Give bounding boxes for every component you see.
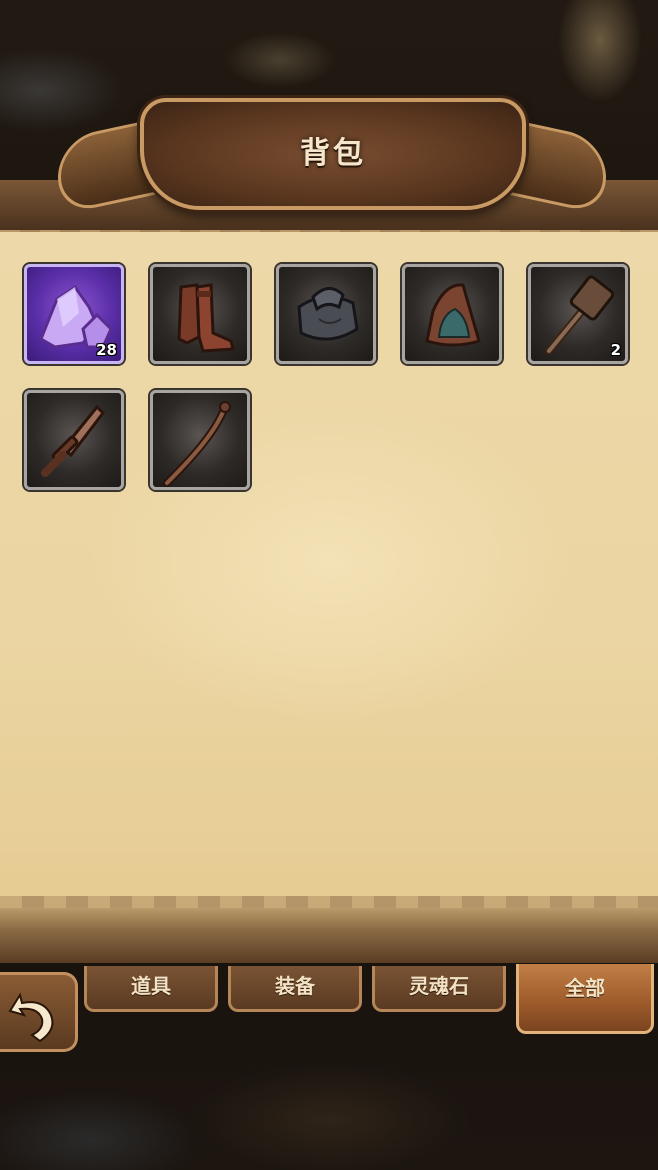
- panel-title: 背包: [300, 136, 366, 171]
- dagger-icon: [41, 404, 105, 477]
- tab-soulstone[interactable]: 灵魂石: [372, 966, 506, 1012]
- inventory-slot-staff[interactable]: [150, 390, 250, 490]
- tab-equipment[interactable]: 装备: [228, 966, 362, 1012]
- panel-frame-bottom: [0, 896, 658, 963]
- tab-all[interactable]: 全部: [516, 964, 654, 1034]
- inventory-slot-hood[interactable]: [402, 264, 502, 364]
- item-count: 28: [96, 341, 117, 359]
- inventory-slot-boots[interactable]: [150, 264, 250, 364]
- item-count: 2: [610, 341, 621, 359]
- inventory-slot-dagger[interactable]: [24, 390, 124, 490]
- inventory-slot-scarf[interactable]: [276, 264, 376, 364]
- inventory-slot-hammer[interactable]: 2: [528, 264, 628, 364]
- staff-icon: [163, 401, 231, 487]
- tab-items[interactable]: 道具: [84, 966, 218, 1012]
- inventory-slot-crystal[interactable]: 28: [24, 264, 124, 364]
- return-arrow-icon: [8, 992, 54, 1043]
- back-button[interactable]: [0, 972, 78, 1052]
- boots-icon: [177, 283, 235, 353]
- scarf-icon: [297, 287, 359, 341]
- hood-icon: [425, 283, 481, 347]
